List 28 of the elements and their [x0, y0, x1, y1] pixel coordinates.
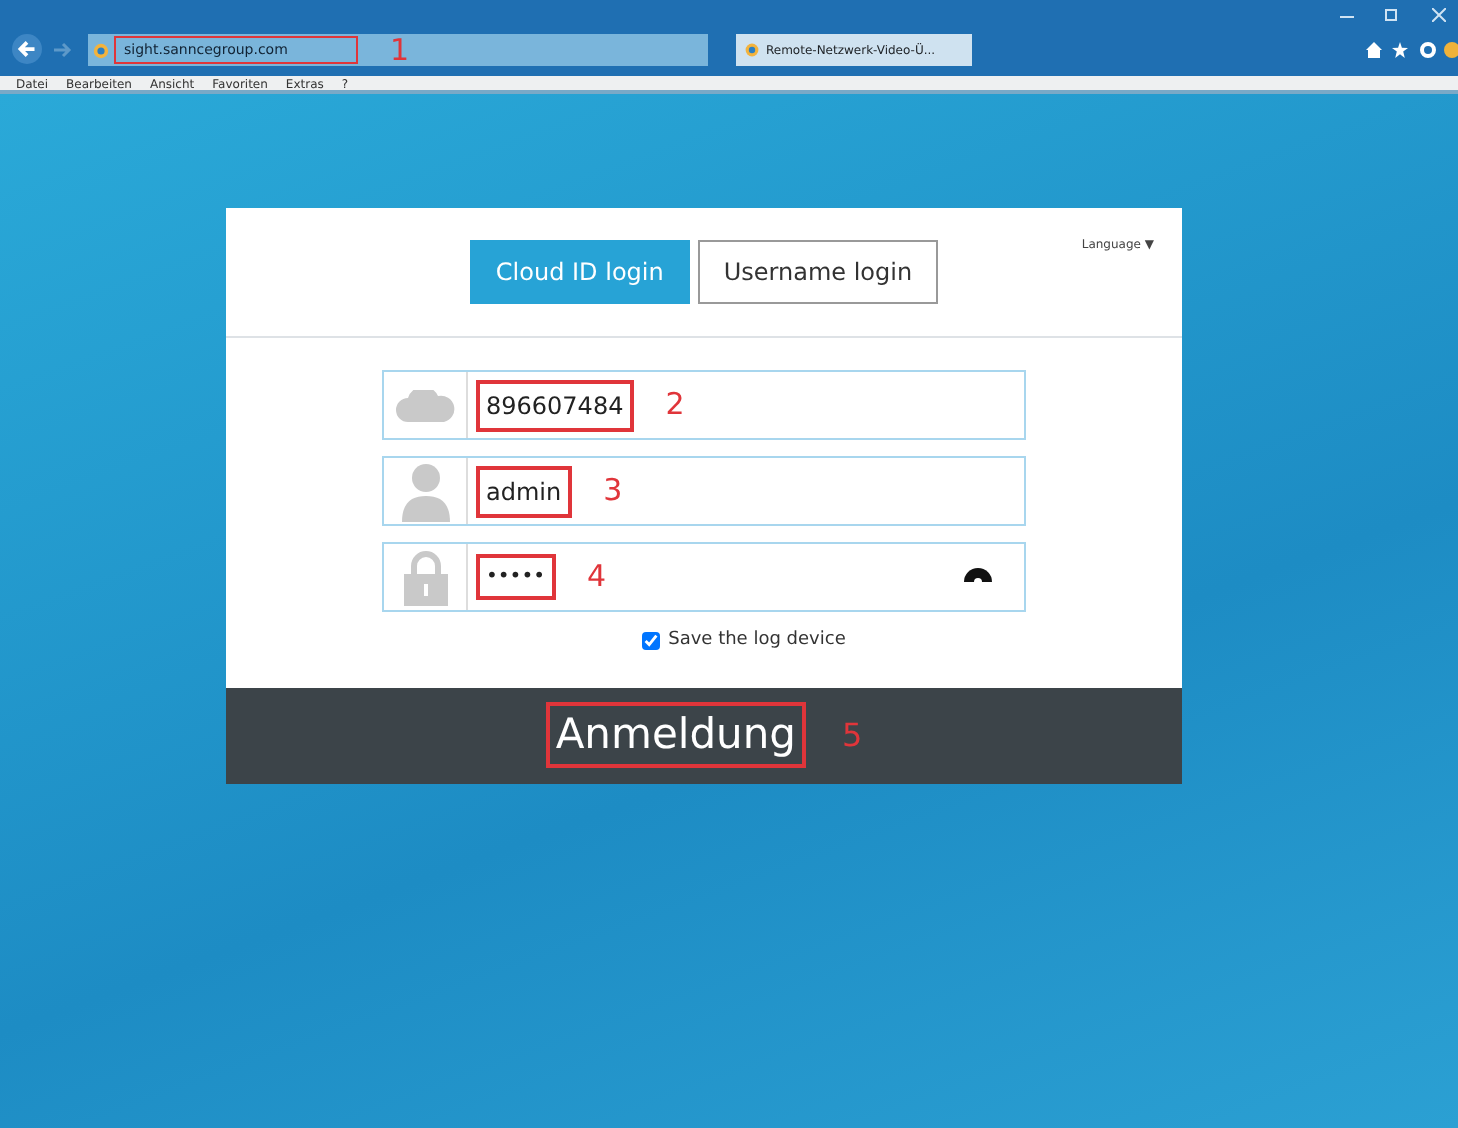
login-field[interactable]: admin 3: [382, 456, 1026, 526]
login-field[interactable]: 896607484 2: [382, 370, 1026, 440]
lock-icon: [403, 549, 447, 605]
star-icon[interactable]: [1392, 42, 1408, 58]
user-icon: [401, 461, 449, 521]
field-value: •••••: [476, 554, 555, 600]
cloud-icon: [395, 389, 455, 421]
field-value: admin: [476, 465, 572, 517]
browser-logo-icon: [92, 41, 110, 59]
login-field[interactable]: ••••• 4: [382, 542, 1026, 612]
annotation-number: 3: [603, 476, 623, 506]
home-icon[interactable]: [1366, 42, 1382, 58]
login-tab[interactable]: Username login: [697, 240, 939, 304]
annotation-number: 2: [665, 390, 685, 420]
restore-icon[interactable]: [1384, 8, 1398, 22]
annotation-number: 4: [587, 562, 607, 592]
field-value: 896607484: [476, 379, 634, 431]
eye-icon[interactable]: [964, 568, 992, 586]
settings-icon[interactable]: [1420, 42, 1436, 58]
page-icon: [744, 42, 760, 58]
annotation-number: 5: [841, 719, 863, 751]
annotation-number: 1: [390, 35, 410, 65]
login-button[interactable]: Anmeldung: [545, 702, 806, 768]
save-device-checkbox[interactable]: Save the log device: [642, 628, 846, 655]
back-arrow-icon[interactable]: [12, 34, 42, 64]
checkbox[interactable]: [642, 632, 661, 651]
minimize-icon[interactable]: [1340, 16, 1354, 20]
close-icon[interactable]: [1432, 8, 1446, 22]
